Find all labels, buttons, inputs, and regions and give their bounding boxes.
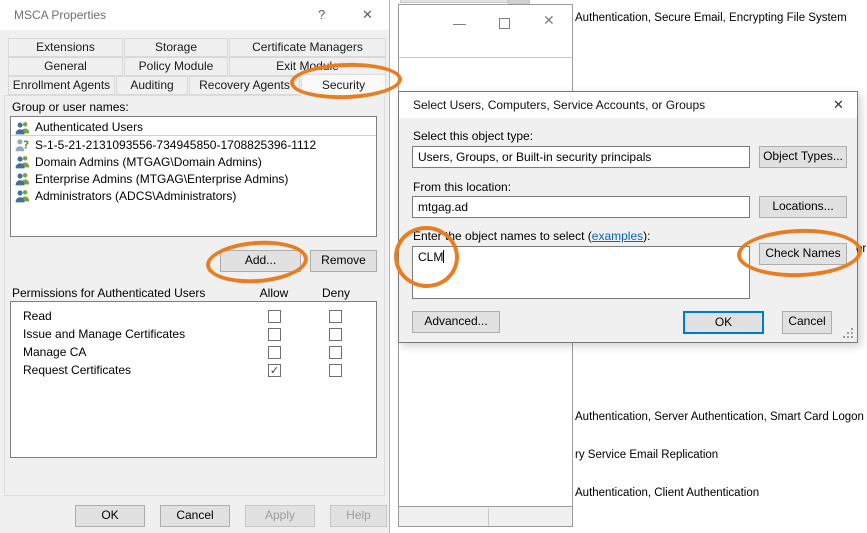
tab-recovery-agents[interactable]: Recovery Agents [189, 76, 300, 95]
location-label: From this location: [413, 180, 511, 194]
select-users-dialog: Select Users, Computers, Service Account… [398, 91, 858, 343]
screen: Authentication, Secure Email, Encrypting… [0, 0, 867, 533]
group-name: Enterprise Admins (MTGAG\Enterprise Admi… [35, 172, 288, 186]
cancel-button[interactable]: Cancel [782, 311, 832, 334]
permissions-list: Read Issue and Manage Certificates Manag… [10, 301, 377, 458]
permissions-label: Permissions for Authenticated Users [12, 286, 205, 300]
background-text-line: Authentication, Server Authentication, S… [575, 411, 864, 423]
permission-row-read: Read [11, 309, 376, 326]
users-group-icon [15, 120, 30, 135]
window-footer [399, 506, 572, 526]
background-text-line: ry Service Email Replication [575, 449, 718, 461]
group-user-list: Authenticated Users ? S-1-5-21-213109355… [10, 116, 377, 237]
list-item-administrators[interactable]: Administrators (ADCS\Administrators) [11, 187, 376, 204]
title-bar: Select Users, Computers, Service Account… [399, 92, 857, 118]
allow-checkbox-request-certificates[interactable]: ✓ [268, 364, 281, 377]
deny-checkbox-manage-ca[interactable] [329, 346, 342, 359]
tab-auditing[interactable]: Auditing [116, 76, 188, 95]
dialog-title: MSCA Properties [14, 8, 106, 22]
list-item-enterprise-admins[interactable]: Enterprise Admins (MTGAG\Enterprise Admi… [11, 170, 376, 187]
background-text-line: Authentication, Client Authentication [575, 487, 759, 499]
advanced-button[interactable]: Advanced... [412, 311, 500, 333]
group-name: Domain Admins (MTGAG\Domain Admins) [35, 155, 262, 169]
object-type-label: Select this object type: [413, 129, 533, 143]
object-names-input[interactable]: CLM [412, 246, 750, 299]
help-button[interactable]: Help [330, 505, 387, 527]
tab-certificate-managers[interactable]: Certificate Managers [229, 38, 386, 57]
tab-enrollment-agents[interactable]: Enrollment Agents [8, 76, 115, 95]
examples-link[interactable]: examples [592, 229, 643, 243]
background-window-edge [400, 0, 508, 3]
allow-checkbox-issue-manage[interactable] [268, 328, 281, 341]
users-group-icon [15, 188, 30, 203]
location-field[interactable]: mtgag.ad [412, 196, 750, 218]
minimize-icon[interactable] [453, 24, 466, 25]
deny-header: Deny [318, 286, 354, 300]
group-name: Administrators (ADCS\Administrators) [35, 189, 236, 203]
users-group-icon [15, 154, 30, 169]
permission-label: Issue and Manage Certificates [23, 327, 185, 341]
permission-label: Request Certificates [23, 363, 131, 377]
object-names-label-suffix: ): [643, 229, 650, 243]
tab-storage[interactable]: Storage [124, 38, 228, 57]
list-item-unknown-sid[interactable]: ? S-1-5-21-2131093556-734945850-17088253… [11, 136, 376, 153]
ok-button[interactable]: OK [683, 311, 764, 334]
permission-label: Read [23, 309, 52, 323]
close-icon[interactable]: ✕ [362, 7, 373, 23]
resize-grip-icon[interactable] [843, 328, 853, 338]
deny-checkbox-issue-manage[interactable] [329, 328, 342, 341]
unknown-user-icon: ? [15, 137, 30, 152]
cancel-button[interactable]: Cancel [160, 505, 230, 527]
group-list-label: Group or user names: [12, 100, 129, 114]
group-name: Authenticated Users [35, 120, 143, 134]
title-bar: MSCA Properties ? ✕ [0, 0, 389, 30]
object-type-field[interactable]: Users, Groups, or Built-in security prin… [412, 146, 750, 168]
list-item-domain-admins[interactable]: Domain Admins (MTGAG\Domain Admins) [11, 153, 376, 170]
dialog-title: Select Users, Computers, Service Account… [413, 98, 705, 112]
apply-button[interactable]: Apply [245, 505, 315, 527]
tab-extensions[interactable]: Extensions [8, 38, 123, 57]
users-group-icon [15, 171, 30, 186]
tab-general[interactable]: General [8, 57, 123, 76]
permission-row-request-certificates: Request Certificates ✓ [11, 363, 376, 380]
permission-label: Manage CA [23, 345, 86, 359]
allow-checkbox-manage-ca[interactable] [268, 346, 281, 359]
close-icon[interactable]: ✕ [543, 12, 555, 29]
background-text-line: Authentication, Secure Email, Encrypting… [575, 12, 847, 24]
allow-header: Allow [256, 286, 292, 300]
permission-row-issue-manage: Issue and Manage Certificates [11, 327, 376, 344]
ok-button[interactable]: OK [75, 505, 145, 527]
allow-checkbox-read[interactable] [268, 310, 281, 323]
close-icon[interactable]: ✕ [833, 97, 844, 113]
object-types-button[interactable]: Object Types... [759, 146, 847, 168]
permission-row-manage-ca: Manage CA [11, 345, 376, 362]
maximize-icon[interactable] [499, 18, 510, 29]
deny-checkbox-read[interactable] [329, 310, 342, 323]
list-item-authenticated-users[interactable]: Authenticated Users [11, 119, 376, 136]
window-divider [399, 57, 572, 58]
deny-checkbox-request-certificates[interactable] [329, 364, 342, 377]
svg-text:?: ? [23, 140, 29, 152]
remove-button[interactable]: Remove [310, 250, 377, 272]
locations-button[interactable]: Locations... [759, 196, 847, 218]
group-name: S-1-5-21-2131093556-734945850-1708825396… [35, 138, 316, 152]
help-icon[interactable]: ? [318, 7, 325, 22]
footer-divider [488, 508, 489, 526]
tab-policy-module[interactable]: Policy Module [124, 57, 228, 76]
